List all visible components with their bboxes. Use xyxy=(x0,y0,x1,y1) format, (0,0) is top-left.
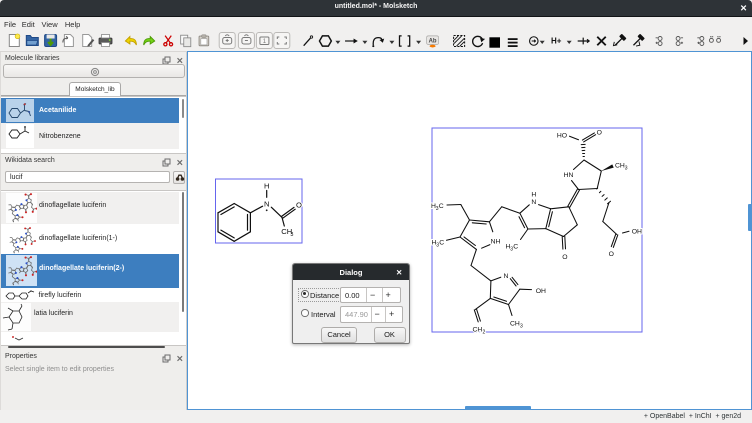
svg-text:H+: H+ xyxy=(551,37,562,46)
svg-text:OH: OH xyxy=(536,288,546,295)
svg-text:C: C xyxy=(439,240,444,247)
svg-text:3: 3 xyxy=(520,324,523,330)
svg-text:H: H xyxy=(264,182,269,191)
svg-text:CH: CH xyxy=(615,163,625,170)
svg-text:HO: HO xyxy=(557,132,567,139)
svg-text:N: N xyxy=(531,199,536,206)
svg-text:N: N xyxy=(264,200,269,209)
svg-text:OH: OH xyxy=(632,229,642,236)
svg-text:O: O xyxy=(609,251,614,258)
svg-text:O: O xyxy=(597,129,602,136)
svg-text:CH: CH xyxy=(473,326,483,333)
svg-text:HN: HN xyxy=(564,172,574,179)
svg-text:2: 2 xyxy=(483,329,486,335)
svg-text:H: H xyxy=(531,192,536,199)
svg-text:C: C xyxy=(439,203,444,210)
svg-text:C: C xyxy=(513,244,518,251)
svg-text:3: 3 xyxy=(625,166,628,172)
svg-text:Ab: Ab xyxy=(429,38,437,44)
svg-text:O: O xyxy=(562,254,567,261)
svg-text:NH: NH xyxy=(491,238,501,245)
svg-text:N: N xyxy=(504,273,509,280)
svg-text:3: 3 xyxy=(290,232,293,238)
svg-text:CH: CH xyxy=(510,321,520,328)
svg-text:O: O xyxy=(296,201,302,210)
